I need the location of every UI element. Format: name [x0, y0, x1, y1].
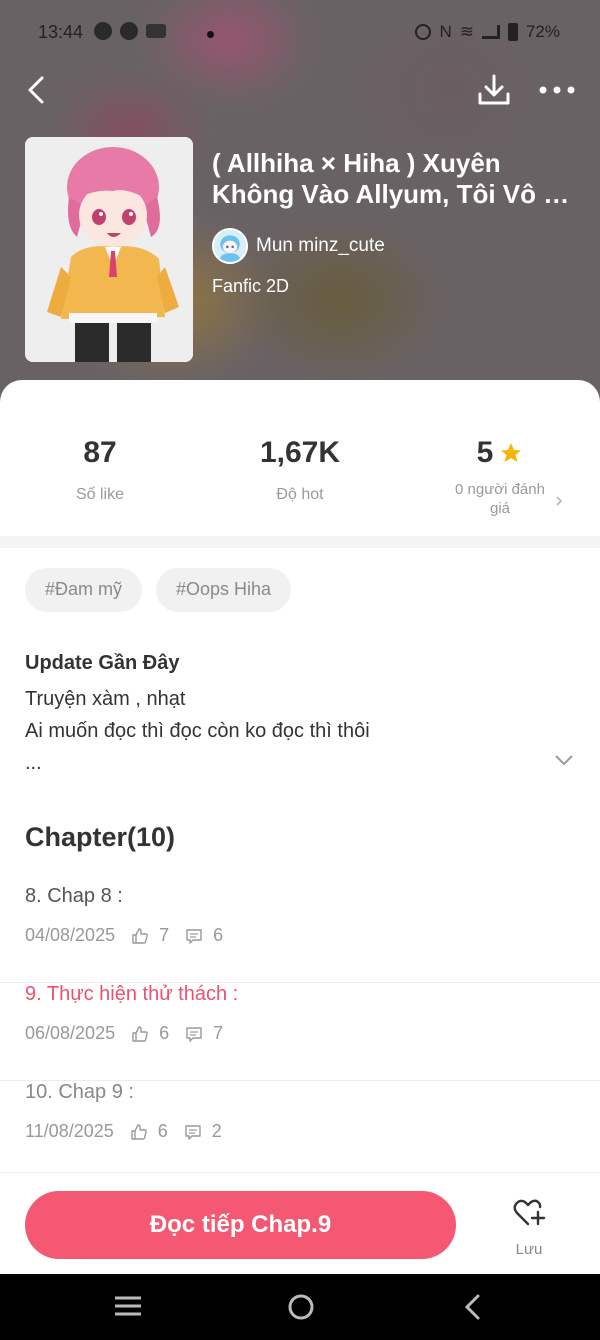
- notification-icons: [94, 22, 166, 40]
- stat-hot: 1,67K Độ hot: [200, 436, 400, 504]
- wifi-icon: ≋: [459, 22, 474, 41]
- stat-rating[interactable]: 5 0 người đánh giá: [400, 436, 600, 518]
- more-icon[interactable]: [538, 76, 576, 104]
- thumb-up-icon: [132, 1025, 148, 1042]
- status-time: 13:44: [38, 22, 84, 42]
- download-icon[interactable]: [476, 72, 512, 108]
- chapter-row[interactable]: 8. Chap 8 : 04/08/2025 7 6: [0, 885, 600, 983]
- tag-chip[interactable]: #Oops Hiha: [156, 568, 292, 612]
- chapter-name[interactable]: 10. Chap 9 :: [25, 1081, 134, 1104]
- signal-icon: [481, 25, 500, 39]
- comment-icon: [186, 1026, 202, 1042]
- chapter-likes: 6: [159, 1023, 170, 1043]
- star-icon: [501, 443, 522, 462]
- continue-reading-button[interactable]: Đọc tiếp Chap.9: [25, 1191, 456, 1259]
- status-bar: 13:44 N ≋ 72%: [0, 0, 600, 66]
- author-name[interactable]: Mun minz_cute: [256, 235, 385, 257]
- update-title: Update Gần Đây: [25, 652, 180, 674]
- chapter-comments: 2: [211, 1121, 222, 1141]
- nav-menu-icon[interactable]: [113, 1294, 143, 1318]
- rating-value: 5: [476, 436, 494, 469]
- tiktok-notification-icon: [120, 22, 138, 40]
- back-icon[interactable]: [22, 74, 54, 106]
- likes-label: Số like: [75, 486, 125, 503]
- chapter-likes: 6: [157, 1121, 168, 1141]
- system-nav-bar: [0, 1274, 600, 1340]
- nfc-icon: N: [439, 22, 452, 41]
- thumb-up-icon: [132, 927, 148, 944]
- chapter-date: 11/08/2025: [25, 1121, 114, 1141]
- nav-back-icon[interactable]: [462, 1293, 484, 1321]
- update-line: Ai muốn đọc thì đọc còn ko đọc thì thôi: [25, 720, 370, 742]
- heart-plus-icon: [513, 1199, 546, 1226]
- chevron-down-icon[interactable]: [553, 752, 575, 768]
- thumb-up-icon: [131, 1123, 147, 1140]
- stats-row: 87 Số like 1,67K Độ hot 5 0 người đánh g…: [0, 410, 600, 530]
- app-notification-icon: [146, 24, 166, 38]
- chapters-header[interactable]: Chapter(10): [25, 822, 175, 853]
- chat-notification-icon: [94, 22, 112, 40]
- story-title: ( Allhiha × Hiha ) Xuyên Không Vào Allyu…: [212, 148, 582, 209]
- chapter-row[interactable]: 9. Thực hiện thử thách : 06/08/2025 6 7: [0, 983, 600, 1081]
- tag-chip[interactable]: #Đam mỹ: [25, 568, 143, 612]
- story-genre: Fanfic 2D: [212, 276, 290, 296]
- hot-label: Độ hot: [276, 486, 324, 503]
- stat-likes: 87 Số like: [0, 436, 200, 504]
- nav-home-icon[interactable]: [287, 1293, 315, 1321]
- system-status-icons: N ≋ 72%: [415, 22, 560, 42]
- recent-update: Update Gần Đây Truyện xàm , nhạt Ai muốn…: [25, 652, 575, 779]
- story-cover-image[interactable]: [25, 137, 193, 362]
- chapter-row[interactable]: 10. Chap 9 : 11/08/2025 6 2: [0, 1081, 600, 1179]
- save-label: Lưu: [515, 1241, 543, 1258]
- author-link[interactable]: Mun minz_cute: [212, 228, 385, 264]
- chapter-name[interactable]: 8. Chap 8 :: [25, 885, 123, 908]
- likes-value: 87: [83, 436, 117, 469]
- comment-icon: [186, 928, 202, 944]
- camera-dot: [207, 31, 214, 38]
- save-button[interactable]: Lưu: [494, 1197, 564, 1258]
- update-line: Truyện xàm , nhạt: [25, 688, 186, 710]
- update-ellipsis: ...: [25, 752, 42, 774]
- bottom-action-bar: Đọc tiếp Chap.9 Lưu: [0, 1172, 600, 1274]
- chapter-comments: 6: [213, 925, 224, 945]
- battery-percent: 72%: [525, 22, 560, 41]
- chapter-comments: 7: [213, 1023, 224, 1043]
- rating-label[interactable]: 0 người đánh giá: [445, 480, 555, 518]
- chapter-date: 06/08/2025: [25, 1023, 116, 1043]
- tag-list: #Đam mỹ #Oops Hiha: [25, 568, 292, 612]
- chapter-likes: 7: [159, 925, 170, 945]
- chapter-date: 04/08/2025: [25, 925, 116, 945]
- avatar: [212, 228, 248, 264]
- alarm-icon: [415, 24, 432, 40]
- battery-icon: [507, 23, 518, 41]
- section-divider: [0, 536, 600, 548]
- chapter-name[interactable]: 9. Thực hiện thử thách :: [25, 983, 238, 1006]
- comment-icon: [185, 1124, 201, 1140]
- hot-value: 1,67K: [259, 436, 341, 469]
- chevron-right-icon[interactable]: [553, 494, 565, 508]
